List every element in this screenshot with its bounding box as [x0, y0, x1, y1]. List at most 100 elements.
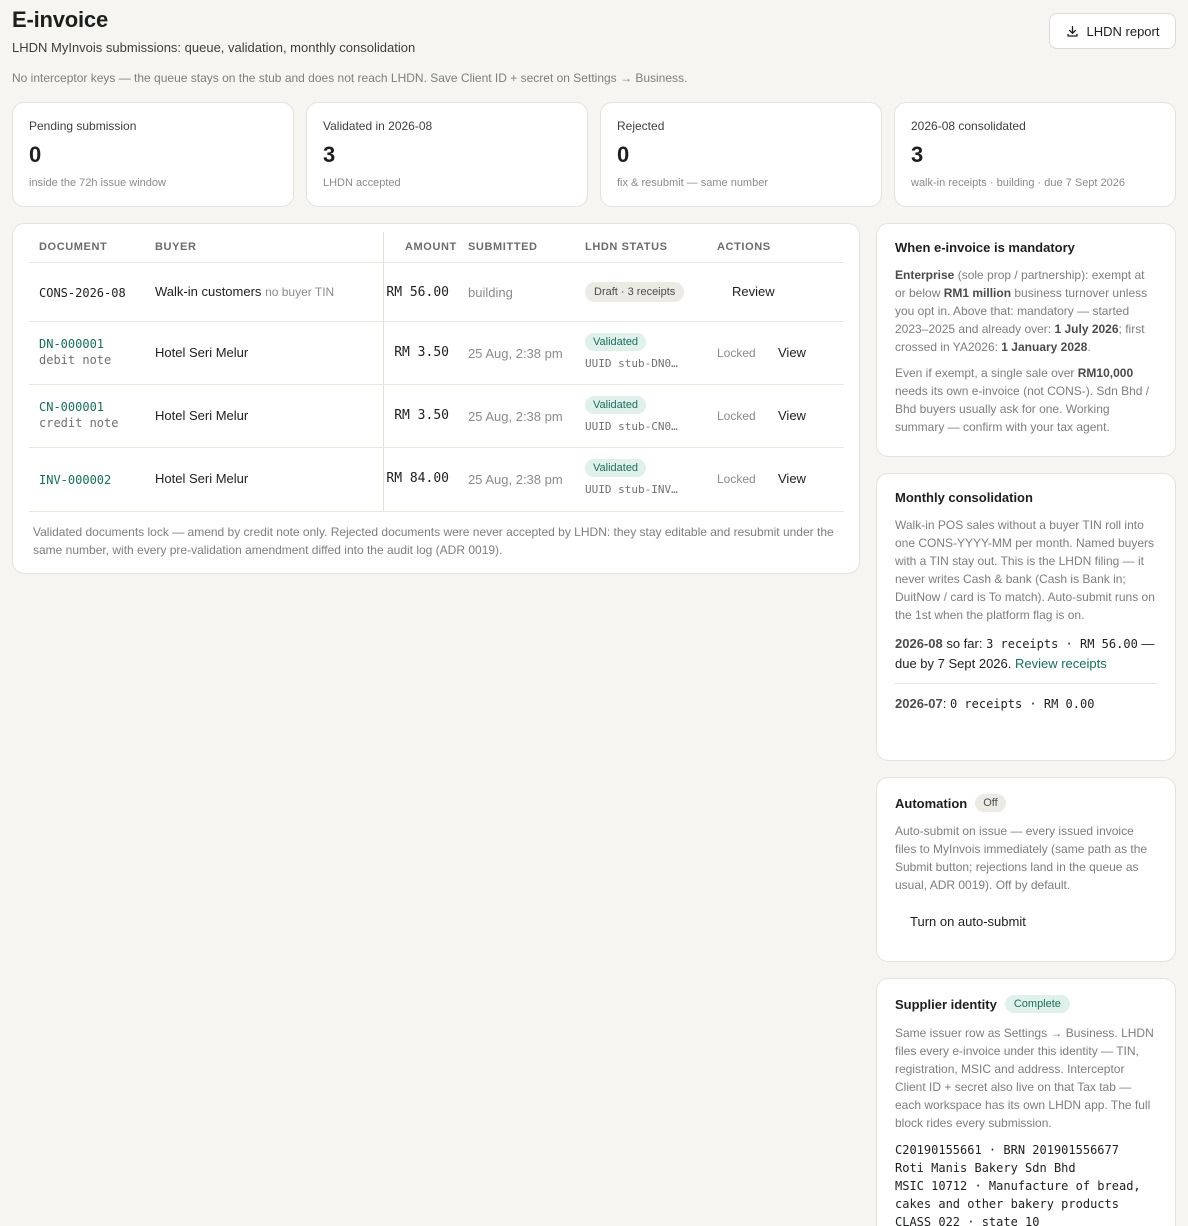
consolidation-card: Monthly consolidation Walk-in POS sales …: [876, 473, 1176, 761]
buyer-cell: Walk-in customers no buyer TIN: [155, 284, 334, 299]
locked-label: Locked: [717, 409, 756, 423]
threshold: RM1 million: [943, 286, 1012, 300]
interceptor-notice: No interceptor keys — the queue stays on…: [12, 71, 688, 85]
status-badge: Validated: [585, 396, 647, 414]
col-actions: ACTIONS: [717, 241, 771, 253]
document-cell: CN-000001 credit note: [39, 400, 118, 430]
automation-card: Automation Off Auto-submit on issue — eve…: [876, 777, 1176, 962]
previous-month: 2026-07: [895, 696, 943, 711]
review-button[interactable]: Review: [732, 284, 775, 299]
supplier-identity-block: C20190155661 · BRN 201901556677 Roti Man…: [895, 1143, 1141, 1226]
stat-card-rejected: Rejected 0 fix & resubmit — same number: [600, 102, 882, 207]
so-far-text: so far:: [942, 636, 987, 651]
status-cell: Validated UUID stub-CN0…: [585, 396, 678, 433]
consolidation-desc: Walk-in POS sales without a buyer TIN ro…: [895, 518, 1155, 622]
previous-month-stats: 0 receipts · RM 0.00: [949, 697, 1095, 711]
view-button[interactable]: View: [778, 471, 806, 486]
mandatory-text: .: [1087, 340, 1091, 354]
mandatory-title: When e-invoice is mandatory: [895, 240, 1075, 255]
download-icon: [1066, 25, 1078, 37]
document-cell: DN-000001 debit note: [39, 337, 111, 367]
uuid: UUID stub-CN0…: [585, 420, 678, 433]
mandatory-card: When e-invoice is mandatory Enterprise (…: [876, 223, 1176, 457]
stat-value: 0: [29, 142, 42, 167]
uuid: UUID stub-INV…: [585, 483, 678, 496]
turn-on-auto-submit-button[interactable]: Turn on auto-submit: [910, 914, 1157, 929]
buyer-note: no buyer TIN: [265, 285, 335, 299]
document-number: CONS-2026-08: [39, 286, 126, 300]
document-kind: credit note: [39, 416, 119, 430]
status-badge: Validated: [585, 333, 647, 351]
review-receipts-link[interactable]: Review receipts: [1015, 656, 1107, 671]
single-sale-threshold: RM10,000: [1077, 366, 1134, 380]
lhdn-report-label: LHDN report: [1086, 23, 1160, 39]
stat-value: 3: [911, 142, 924, 167]
current-month-summary: 2026-08 so far: 3 receipts · RM 56.00 — …: [895, 634, 1157, 674]
view-button[interactable]: View: [778, 408, 806, 423]
status-cell: Draft · 3 receipts: [585, 282, 685, 302]
submitted: 25 Aug, 2:38 pm: [468, 409, 563, 424]
stat-card-pending: Pending submission 0 inside the 72h issu…: [12, 102, 294, 207]
date-1: 1 July 2026: [1054, 322, 1119, 336]
stat-card-consolidated: 2026-08 consolidated 3 walk-in receipts …: [894, 102, 1176, 207]
uuid: UUID stub-DN0…: [585, 357, 678, 370]
stat-label: Pending submission: [29, 119, 137, 133]
col-status: LHDN STATUS: [585, 241, 668, 253]
col-buyer: BUYER: [155, 241, 197, 253]
status-badge: Validated: [585, 459, 647, 477]
previous-month-separator: :: [942, 696, 950, 711]
stat-value: 0: [617, 142, 630, 167]
submitted: 25 Aug, 2:38 pm: [468, 346, 563, 361]
buyer-name: Hotel Seri Melur: [155, 408, 249, 423]
lhdn-report-button[interactable]: LHDN report: [1049, 13, 1176, 49]
table-footnote: Validated documents lock — amend by cred…: [33, 525, 834, 557]
amount: RM 84.00: [386, 471, 449, 486]
submissions-table-card: DOCUMENT BUYER AMOUNT SUBMITTED LHDN STA…: [12, 223, 860, 574]
status-badge: Complete: [1004, 995, 1070, 1013]
submitted: building: [468, 285, 513, 300]
stat-sub: fix & resubmit — same number: [617, 177, 768, 189]
automation-header: Automation Off: [895, 794, 1157, 812]
table-row: CN-000001 credit note Hotel Seri Melur R…: [29, 386, 844, 448]
document-link[interactable]: CN-000001: [39, 400, 118, 414]
stat-value: 3: [323, 142, 336, 167]
stat-sub: inside the 72h issue window: [29, 177, 166, 189]
buyer-name: Walk-in customers: [155, 284, 262, 299]
previous-month-summary: 2026-07: 0 receipts · RM 0.00: [895, 694, 1157, 714]
stat-sub: walk-in receipts · building · due 7 Sept…: [911, 177, 1126, 189]
stat-card-validated: Validated in 2026-08 3 LHDN accepted: [306, 102, 588, 207]
col-submitted: SUBMITTED: [468, 241, 538, 253]
buyer-name: Hotel Seri Melur: [155, 471, 249, 486]
amount: RM 3.50: [394, 408, 449, 423]
date-2: 1 January 2028: [1001, 340, 1088, 354]
page-subtitle: LHDN MyInvois submissions: queue, valida…: [12, 40, 416, 55]
document-link[interactable]: DN-000001: [39, 337, 111, 351]
document-link[interactable]: INV-000002: [39, 473, 111, 487]
document-kind: debit note: [39, 353, 112, 367]
current-month-stats: 3 receipts · RM 56.00: [986, 637, 1138, 651]
status-cell: Validated UUID stub-DN0…: [585, 333, 678, 370]
status-cell: Validated UUID stub-INV…: [585, 459, 678, 496]
supplier-title: Supplier identity: [895, 996, 997, 1012]
automation-desc: Auto-submit on issue — every issued invo…: [895, 824, 1148, 892]
page-title: E-invoice: [12, 7, 109, 32]
stat-label: Rejected: [617, 119, 665, 133]
supplier-desc: Same issuer row as Settings → Business. …: [895, 1026, 1154, 1130]
supplier-header: Supplier identity Complete: [895, 995, 1157, 1013]
table-row: DN-000001 debit note Hotel Seri Melur RM…: [29, 323, 844, 385]
enterprise-term: Enterprise: [895, 268, 955, 282]
current-month: 2026-08: [895, 636, 943, 651]
view-button[interactable]: View: [778, 345, 806, 360]
table-header: DOCUMENT BUYER AMOUNT SUBMITTED LHDN STA…: [29, 232, 844, 263]
submitted: 25 Aug, 2:38 pm: [468, 472, 563, 487]
amount: RM 56.00: [386, 285, 449, 300]
status-badge: Draft · 3 receipts: [585, 282, 685, 302]
mandatory-text-1: Enterprise (sole prop / partnership): ex…: [895, 266, 1157, 356]
mandatory-text-2: Even if exempt, a single sale over RM10,…: [895, 364, 1157, 436]
status-badge: Off: [975, 794, 1006, 812]
table-row: CONS-2026-08 Walk-in customers no buyer …: [29, 264, 844, 322]
stat-label: 2026-08 consolidated: [911, 119, 1026, 133]
stat-label: Validated in 2026-08: [323, 119, 433, 133]
automation-title: Automation: [895, 795, 968, 811]
supplier-card: Supplier identity Complete Same issuer ro…: [876, 978, 1176, 1226]
